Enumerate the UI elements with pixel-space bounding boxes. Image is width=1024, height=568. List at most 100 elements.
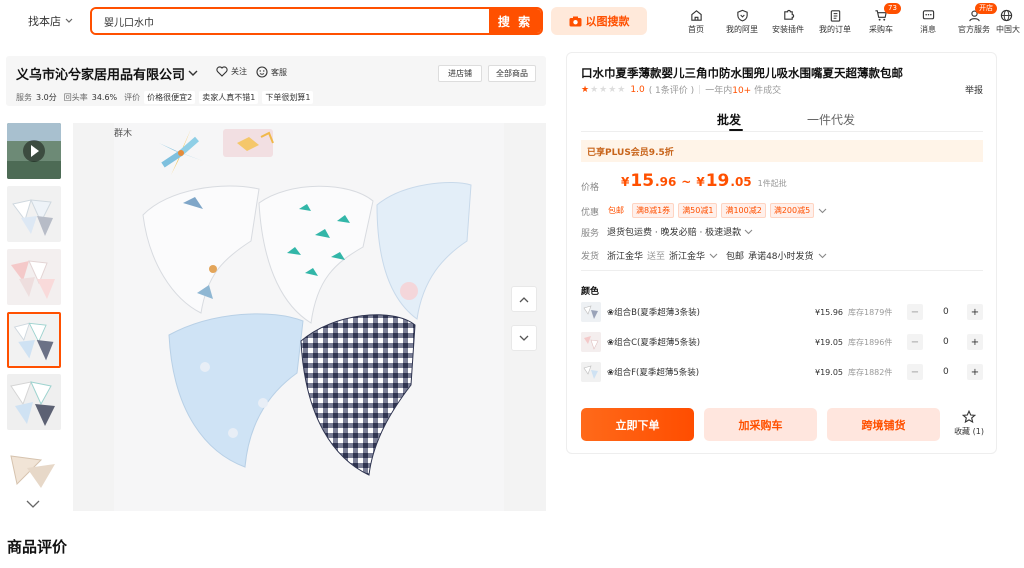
cross-border-listing-button[interactable]: 跨境铺货 (827, 408, 940, 441)
all-products-button[interactable]: 全部商品 (488, 65, 536, 82)
chevron-down-icon (188, 70, 198, 76)
image-prev-button[interactable] (511, 286, 537, 312)
quantity-decrease-button[interactable]: − (907, 334, 923, 350)
image-next-button[interactable] (511, 325, 537, 351)
ship-to-word: 送至 (647, 252, 666, 262)
evaluation-label: 评价 (124, 93, 141, 102)
rating-count-link[interactable]: ( 1条评价 ) (649, 83, 694, 96)
shop-header: 义乌市沁兮家居用品有限公司 关注 客服 进店铺 全部商品 服务 3.0分 回头率… (6, 56, 546, 106)
price-range: ¥ 15 .96 ~ ¥ 19 .05 1件起批 (621, 171, 787, 191)
variant-thumbnail[interactable] (581, 332, 601, 352)
promo-tag: 满8减1券 (632, 203, 675, 218)
service-guarantees[interactable]: 退货包运费 · 晚发必赔 · 极速退款 (607, 225, 753, 238)
smile-chat-icon (256, 66, 268, 78)
thumbnail-image-selected[interactable] (7, 312, 61, 368)
product-info-panel: 口水巾夏季薄款婴儿三角巾防水围兜儿吸水围嘴夏天超薄款包邮 ★★★★★ 1.0 (… (566, 52, 997, 454)
thumbnail-image[interactable] (7, 374, 61, 430)
service-score-label: 服务 (16, 93, 32, 102)
customer-service-button[interactable]: 客服 (256, 66, 287, 78)
variant-thumbnail[interactable] (581, 302, 601, 322)
bibs-product-photo (73, 123, 546, 511)
currency-symbol: ¥ (696, 175, 705, 189)
shop-name[interactable]: 义乌市沁兮家居用品有限公司 (16, 64, 198, 83)
thumbnail-image[interactable] (7, 249, 61, 305)
variant-row: ❀组合C(夏季超薄5条装) ¥19.05 库存1896件 − 0 + (581, 328, 983, 356)
bibs-thumbnail-image (9, 314, 59, 366)
active-tab-indicator (729, 129, 743, 131)
shipping-info[interactable]: 浙江金华 送至 浙江金华 包邮 承诺48小时发货 (607, 249, 827, 262)
follow-button[interactable]: 关注 (216, 66, 247, 77)
thumbnail-image[interactable] (7, 186, 61, 242)
star-rating: ★★★★★ (581, 84, 627, 95)
quantity-increase-button[interactable]: + (967, 364, 983, 380)
quantity-decrease-button[interactable]: − (907, 364, 923, 380)
quantity-decrease-button[interactable]: − (907, 304, 923, 320)
tab-wholesale[interactable]: 批发 (717, 111, 741, 128)
thumbnail-image[interactable] (7, 438, 61, 490)
variant-thumbnail[interactable] (581, 362, 601, 382)
chevron-down-icon (709, 253, 718, 258)
thumbnails-scroll-down[interactable] (26, 500, 40, 512)
promo-tag: 满200减5 (769, 203, 815, 218)
quantity-value[interactable]: 0 (943, 307, 949, 317)
thumbnail-video[interactable] (7, 123, 61, 179)
promo-tags[interactable]: 包邮 满8减1券 满50减1 满100减2 满200减5 (607, 203, 827, 218)
nav-my-ali[interactable]: 我的阿里 (719, 6, 765, 35)
reviews-section-title: 商品评价 (7, 538, 68, 556)
shipping-label: 发货 (581, 252, 600, 262)
nav-region[interactable]: 中国大 (996, 6, 1024, 35)
follow-label: 关注 (231, 67, 247, 76)
nav-orders[interactable]: 我的订单 (812, 6, 858, 35)
report-link[interactable]: 举报 (965, 83, 983, 96)
min-order-text: 1件起批 (757, 179, 787, 188)
repeat-rate-value: 34.6% (91, 93, 118, 102)
nav-messages[interactable]: 消息 (905, 6, 951, 35)
nav-cart-label: 采购车 (869, 25, 893, 34)
variant-price: ¥19.05 (815, 367, 843, 377)
promo-label: 优惠 (581, 208, 600, 218)
chevron-down-icon (744, 229, 753, 234)
nav-plugin-label: 安装插件 (772, 25, 804, 34)
promo-tag: 满50减1 (678, 203, 718, 218)
store-find-dropdown[interactable]: 找本店 (28, 13, 73, 29)
variant-name: ❀组合F(夏季超薄5条装) (607, 368, 700, 378)
quantity-increase-button[interactable]: + (967, 334, 983, 350)
quantity-value[interactable]: 0 (943, 337, 949, 347)
main-product-image[interactable] (73, 123, 546, 511)
nav-plugin[interactable]: 安装插件 (765, 6, 811, 35)
tab-divider (581, 131, 983, 132)
price-low-decimal: .96 (655, 175, 677, 189)
tab-dropship[interactable]: 一件代发 (807, 111, 855, 128)
variant-stock: 库存1879件 (848, 307, 893, 317)
nav-home[interactable]: 首页 (673, 6, 719, 35)
chevron-down-icon (818, 253, 826, 258)
enter-shop-button[interactable]: 进店铺 (438, 65, 482, 82)
bibs-thumbnail-image (7, 186, 61, 242)
bibs-thumbnail-image (7, 374, 61, 430)
image-search-button[interactable]: 以图搜款 (551, 7, 647, 35)
service-label: 服务 (581, 229, 600, 239)
buy-now-button[interactable]: 立即下单 (581, 408, 694, 441)
divider: | (698, 84, 702, 95)
favorite-button[interactable]: 收藏 (1) (949, 409, 989, 437)
price-label: 价格 (581, 183, 600, 193)
color-label: 颜色 (581, 287, 600, 297)
quantity-increase-button[interactable]: + (967, 304, 983, 320)
currency-symbol: ¥ (621, 175, 630, 189)
add-to-cart-button[interactable]: 加采购车 (704, 408, 817, 441)
nav-my-ali-label: 我的阿里 (726, 25, 758, 34)
nav-official-service[interactable]: 开店 官方服务 (951, 3, 997, 35)
nav-official-service-label: 官方服务 (958, 25, 990, 34)
nav-orders-label: 我的订单 (819, 25, 851, 34)
search-input[interactable] (92, 9, 489, 33)
chevron-down-icon (818, 208, 827, 213)
star-icon (961, 409, 977, 424)
nav-cart[interactable]: 73 采购车 (858, 3, 904, 35)
nav-home-label: 首页 (688, 25, 704, 34)
quantity-value[interactable]: 0 (943, 367, 949, 377)
home-icon (690, 9, 702, 21)
search-bar: 搜 索 (90, 7, 543, 35)
top-bar: 找本店 搜 索 以图搜款 首页 我的阿里 安装插件 我的订单 73 采购车 消息… (0, 0, 1024, 44)
search-button[interactable]: 搜 索 (489, 9, 541, 33)
cart-count-badge: 73 (884, 3, 901, 14)
